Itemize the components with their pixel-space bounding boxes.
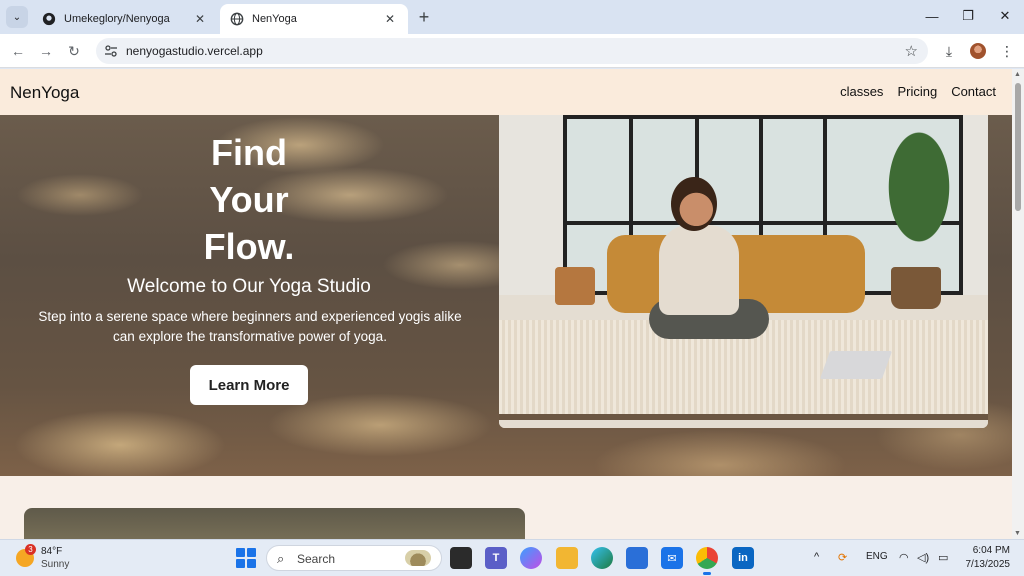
mail-icon[interactable]: ✉ (661, 547, 683, 569)
download-button[interactable]: ⤓ (940, 42, 958, 60)
learn-more-button[interactable]: Learn More (190, 365, 308, 405)
nav-link-classes[interactable]: classes (840, 84, 883, 99)
photo-stool (555, 267, 595, 305)
github-icon (42, 12, 56, 26)
chevron-down-icon: ⌄ (12, 11, 22, 23)
tab-strip: ⌄ Umekeglory/Nenyoga ✕ NenYoga ✕ + — ❐ ✕ (0, 0, 1024, 34)
minimize-button[interactable]: — (919, 6, 945, 26)
copilot-icon[interactable] (520, 547, 542, 569)
nav-link-pricing[interactable]: Pricing (897, 84, 937, 99)
class-card-preview (24, 508, 525, 539)
url-text: nenyogastudio.vercel.app (126, 44, 263, 58)
search-highlight-icon (405, 550, 431, 566)
page-viewport: NenYoga classes Pricing Contact Find You… (0, 69, 1012, 539)
photo-laptop (819, 351, 893, 379)
headline-line: Find (211, 132, 287, 173)
battery-icon[interactable]: ▭ (938, 551, 948, 564)
page-scrollbar[interactable]: ▲ ▼ (1012, 69, 1024, 539)
scroll-down-icon[interactable]: ▼ (1014, 530, 1021, 537)
site-brand[interactable]: NenYoga (10, 83, 79, 103)
tab-nenyoga[interactable]: NenYoga ✕ (220, 4, 408, 34)
edge-icon[interactable] (591, 547, 613, 569)
weather-condition[interactable]: Sunny (41, 559, 69, 570)
clock-time[interactable]: 6:04 PM (970, 545, 1010, 556)
headline-line: Your (209, 179, 289, 220)
tab-search-button[interactable]: ⌄ (6, 6, 28, 28)
new-tab-button[interactable]: + (414, 7, 434, 27)
store-icon[interactable] (626, 547, 648, 569)
language-indicator[interactable]: ENG (866, 551, 888, 562)
photo-pot (891, 267, 941, 309)
scrollbar-thumb[interactable] (1015, 83, 1021, 211)
nav-link-contact[interactable]: Contact (951, 84, 996, 99)
hero-subheading: Welcome to Our Yoga Studio (127, 276, 371, 297)
back-button[interactable]: ← (8, 41, 28, 61)
taskbar-search[interactable]: ⌕ Search (266, 545, 442, 571)
tab-title: NenYoga (252, 13, 297, 25)
search-icon: ⌕ (277, 551, 285, 566)
chevron-up-icon[interactable]: ^ (814, 551, 819, 563)
site-navbar: NenYoga classes Pricing Contact (0, 69, 1012, 115)
globe-icon (230, 12, 244, 26)
photo-person (671, 177, 717, 231)
chrome-icon[interactable] (696, 547, 718, 575)
menu-button[interactable]: ⋮ (998, 42, 1016, 60)
arrow-right-icon: → (39, 43, 53, 59)
hero-headline: Find Your Flow. (0, 129, 498, 270)
volume-icon[interactable]: ◁) (917, 551, 929, 564)
sync-icon[interactable]: ⟳ (838, 551, 847, 564)
close-tab-icon[interactable]: ✕ (382, 11, 398, 27)
search-label: Search (297, 552, 336, 566)
tab-title: Umekeglory/Nenyoga (64, 13, 170, 25)
photo-person (659, 225, 739, 315)
profile-avatar[interactable] (970, 43, 986, 59)
start-button[interactable] (236, 548, 256, 568)
site-settings-icon[interactable] (104, 44, 118, 58)
maximize-button[interactable]: ❐ (955, 6, 981, 26)
reload-button[interactable]: ↻ (64, 41, 84, 61)
reload-icon: ↻ (68, 42, 80, 59)
hero-text: Find Your Flow. Welcome to Our Yoga Stud… (0, 115, 498, 476)
clock-date[interactable]: 7/13/2025 (962, 559, 1011, 570)
address-bar[interactable]: nenyogastudio.vercel.app ☆ (96, 38, 928, 64)
linkedin-icon[interactable]: in (732, 547, 754, 569)
forward-button[interactable]: → (36, 41, 56, 61)
scroll-up-icon[interactable]: ▲ (1014, 71, 1021, 78)
nav-links: classes Pricing Contact (840, 84, 996, 99)
arrow-left-icon: ← (11, 43, 25, 59)
notification-badge: 3 (25, 544, 36, 555)
weather-temp[interactable]: 84°F (41, 546, 62, 557)
file-explorer-icon[interactable] (556, 547, 578, 569)
hero-description: Step into a serene space where beginners… (38, 309, 462, 344)
hero-section: Find Your Flow. Welcome to Our Yoga Stud… (0, 115, 1012, 476)
headline-line: Flow. (203, 226, 295, 267)
close-tab-icon[interactable]: ✕ (192, 11, 208, 27)
wifi-icon[interactable]: ◠ (899, 551, 909, 564)
hero-yoga-photo (499, 115, 988, 428)
browser-toolbar: ← → ↻ nenyogastudio.vercel.app ☆ ⤓ ⋮ (0, 34, 1024, 68)
bookmark-star-icon[interactable]: ☆ (905, 42, 918, 60)
teams-icon[interactable]: T (485, 547, 507, 569)
task-view-icon[interactable] (450, 547, 472, 569)
tab-github[interactable]: Umekeglory/Nenyoga ✕ (32, 4, 218, 34)
download-icon: ⤓ (945, 42, 953, 59)
close-window-button[interactable]: ✕ (992, 6, 1018, 26)
taskbar: 3 84°F Sunny ⌕ Search T ✉ in ^ ⟳ ENG ◠ ◁… (0, 539, 1024, 576)
more-vert-icon: ⋮ (1000, 42, 1014, 59)
